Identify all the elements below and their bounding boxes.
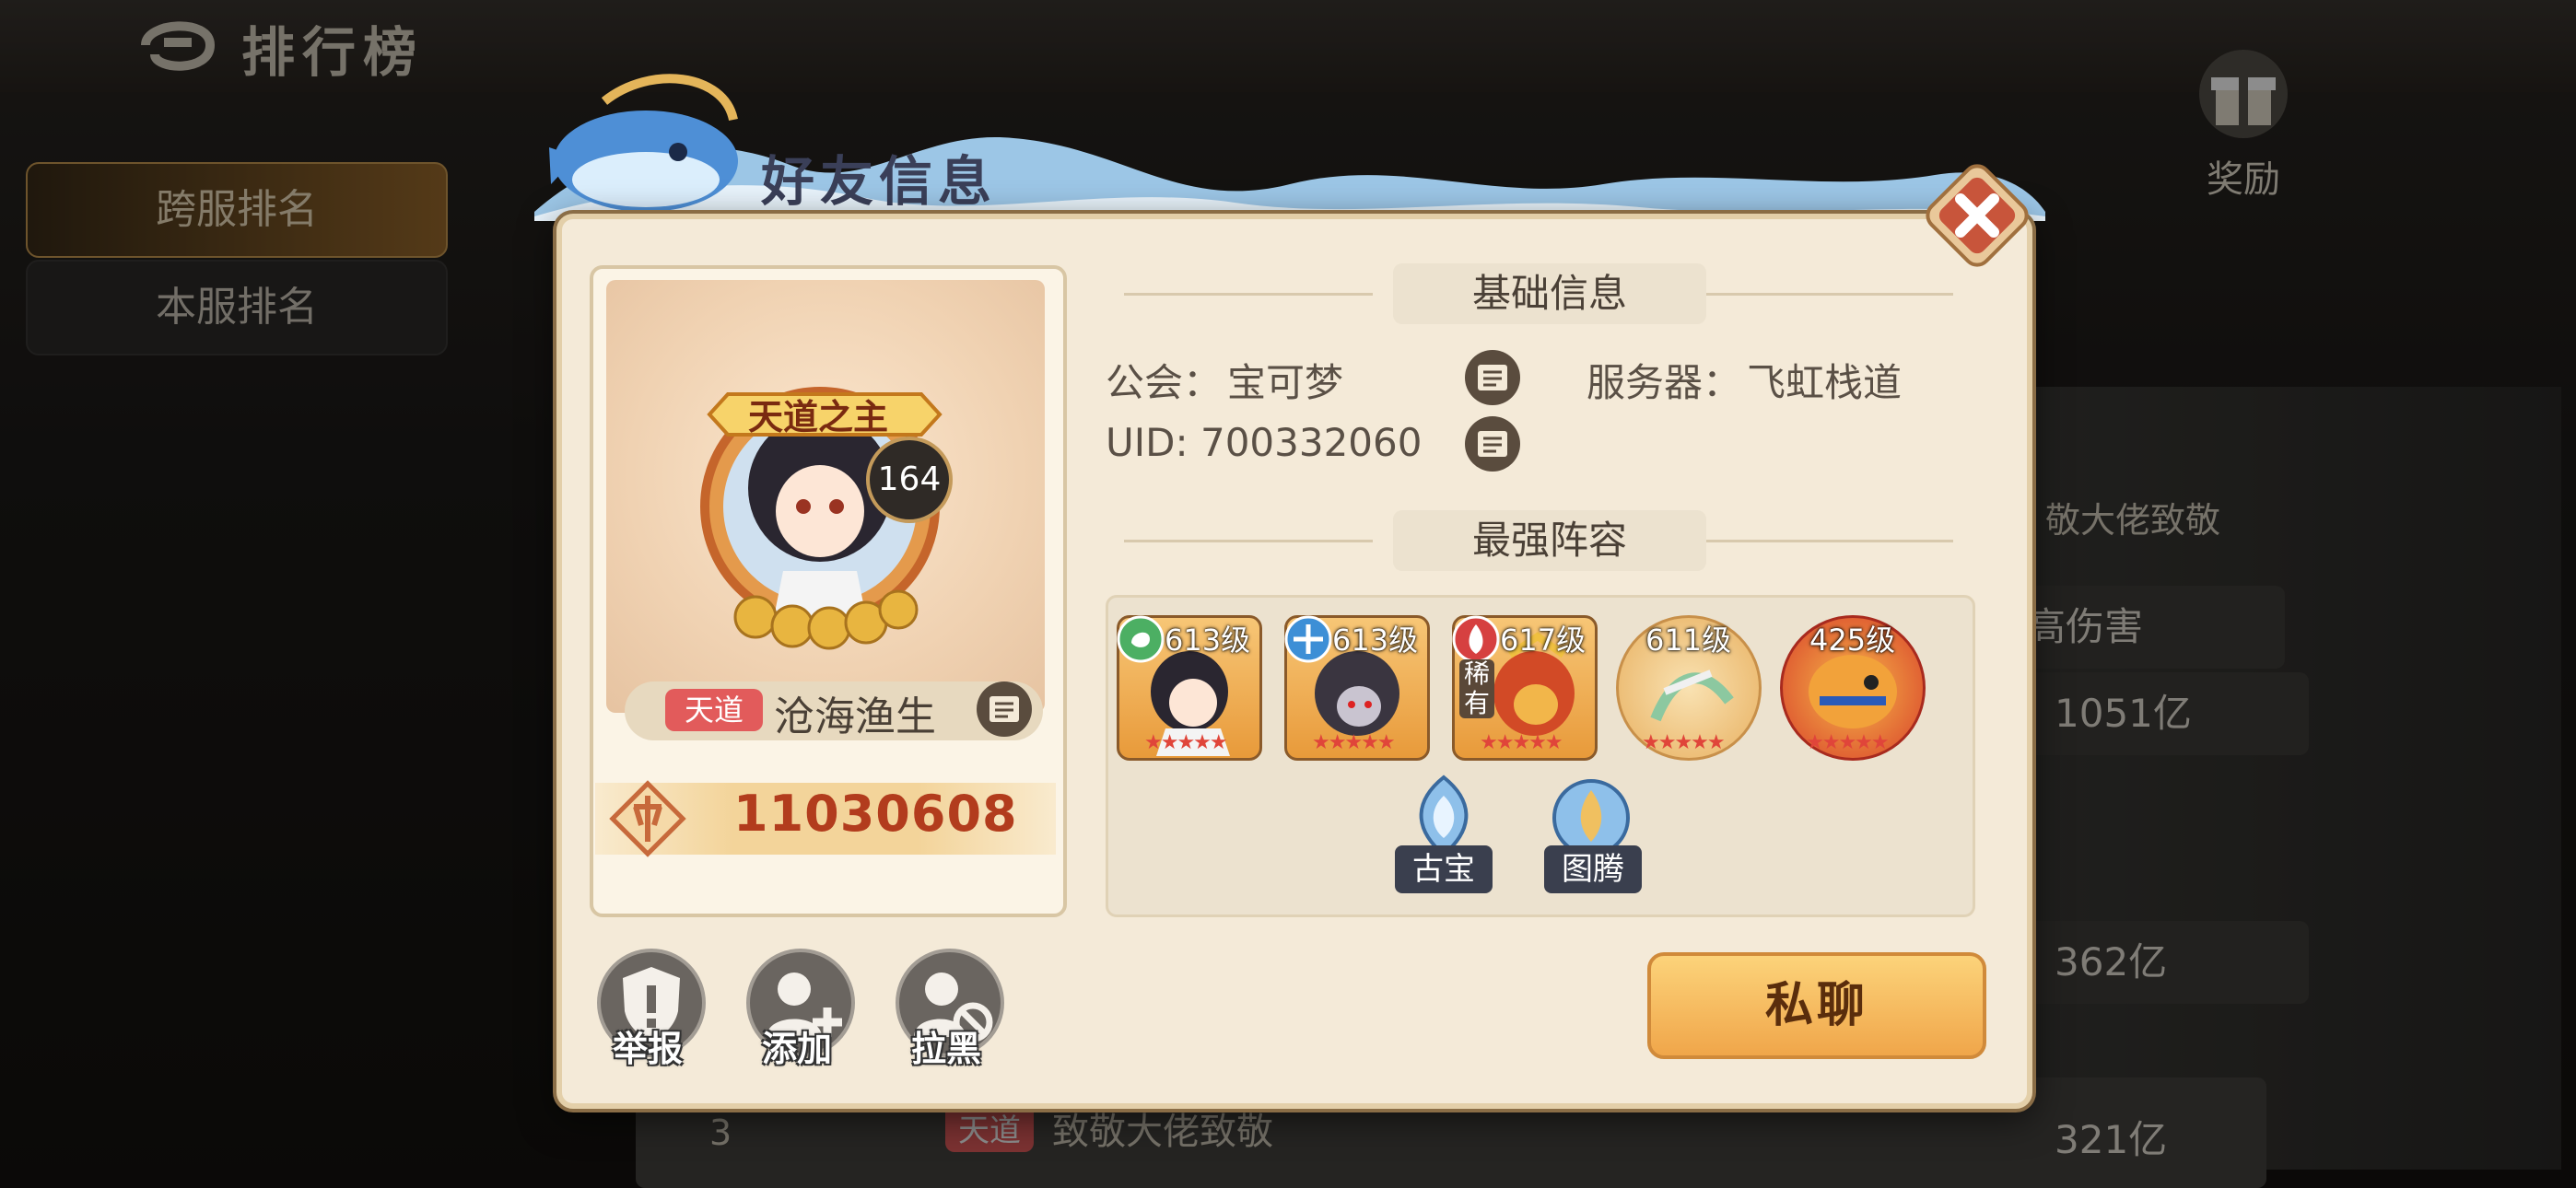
report-label: 举报 xyxy=(612,1029,683,1069)
dialog-title: 好友信息 xyxy=(761,150,998,213)
divider-line xyxy=(1124,540,1373,542)
hero-level: 425级 xyxy=(1809,623,1896,658)
close-icon[interactable] xyxy=(1926,164,2029,267)
hero-level: 613级 xyxy=(1332,623,1419,658)
ancient-treasure-label: 古宝 xyxy=(1395,845,1493,893)
divider-line xyxy=(1124,293,1373,296)
note-icon[interactable] xyxy=(1463,348,1522,407)
leaf-element-icon xyxy=(1117,615,1165,663)
hero-stars: ★★★★★ xyxy=(1480,731,1563,754)
divider-line xyxy=(1704,293,1953,296)
copy-uid-icon[interactable] xyxy=(1463,414,1522,473)
server-label: 服务器： xyxy=(1587,360,1742,405)
note-icon[interactable] xyxy=(975,680,1034,739)
totem-label: 图腾 xyxy=(1544,845,1642,893)
basic-info-header: 基础信息 xyxy=(1471,271,1627,316)
combat-power-value: 11030608 xyxy=(733,785,1018,843)
player-name: 沧海渔生 xyxy=(774,693,936,740)
level-badge: 164 xyxy=(866,437,953,523)
hero-level: 617级 xyxy=(1500,623,1587,658)
hero-level: 613级 xyxy=(1165,623,1251,658)
whale-mascot-icon xyxy=(549,74,738,212)
divider-line xyxy=(1704,540,1953,542)
hero-level: 611级 xyxy=(1645,623,1732,658)
rarity-tag: 稀有 xyxy=(1459,659,1494,718)
server-value: 飞虹栈道 xyxy=(1747,360,1903,405)
guild-label: 公会： xyxy=(1106,360,1223,405)
block-label: 拉黑 xyxy=(910,1029,981,1069)
add-friend-label: 添加 xyxy=(761,1029,832,1069)
private-chat-button[interactable]: 私聊 xyxy=(1647,952,1986,1059)
hero-stars: ★★★★★ xyxy=(1312,731,1396,754)
cross-element-icon xyxy=(1284,615,1332,663)
hero-stars: ★★★★★ xyxy=(1144,731,1228,754)
combat-power-icon xyxy=(609,780,686,857)
lineup-header: 最强阵容 xyxy=(1471,518,1627,563)
uid-text: UID: 700332060 xyxy=(1106,420,1423,465)
guild-value: 宝可梦 xyxy=(1227,360,1344,405)
hero-stars: ★★★★★ xyxy=(1806,731,1890,754)
hero-stars: ★★★★★ xyxy=(1642,731,1726,754)
rank-tag: 天道 xyxy=(665,689,763,731)
title-badge: 天道之主 xyxy=(748,397,889,437)
fire-element-icon xyxy=(1452,615,1500,663)
